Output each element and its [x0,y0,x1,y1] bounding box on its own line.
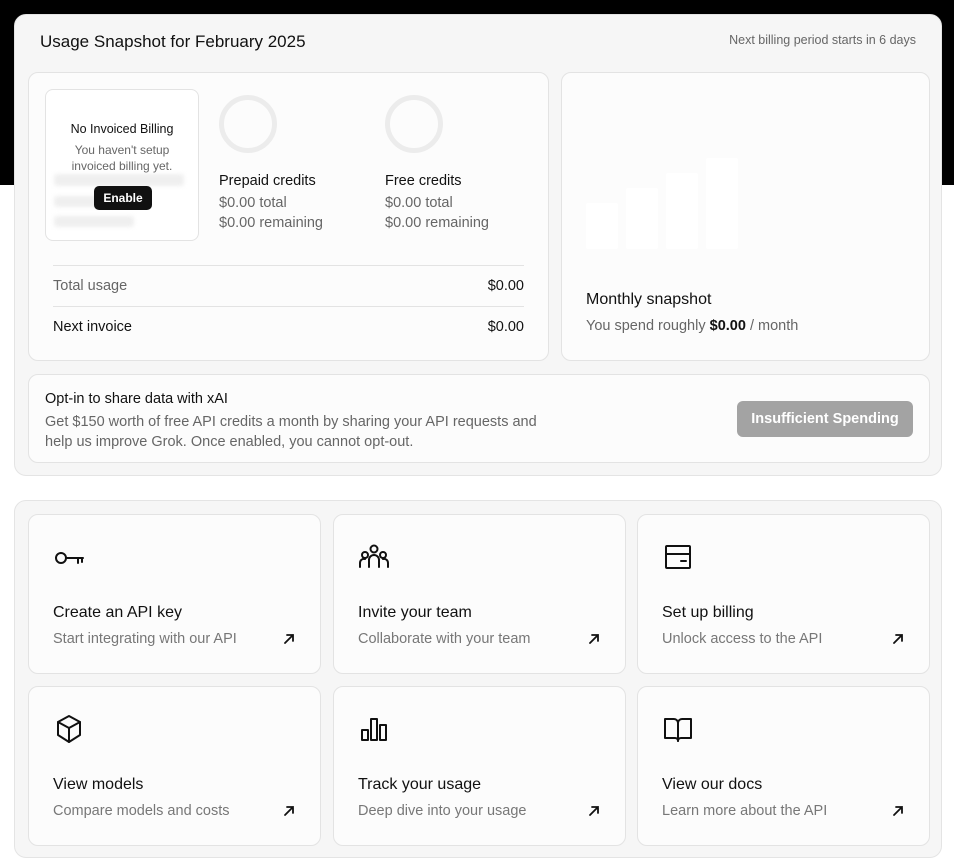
team-icon [359,544,389,568]
snapshot-prefix: You spend roughly [586,318,706,334]
snapshot-amount: $0.00 [709,318,746,334]
prepaid-credits-total: $0.00 total [219,195,287,211]
free-credits-total: $0.00 total [385,195,453,211]
action-title: View our docs [662,776,763,793]
snapshot-placeholder-bar [626,188,658,249]
prepaid-credits-ring [219,95,277,153]
action-subtitle: Learn more about the API [662,803,828,819]
divider [53,265,524,266]
credits-card: No Invoiced Billing You haven't setup in… [28,72,549,361]
total-usage-label: Total usage [53,278,128,294]
free-credits-remaining: $0.00 remaining [385,215,489,231]
action-title: Set up billing [662,604,754,621]
usage-title: Usage Snapshot for February 2025 [40,32,306,51]
view-models-card[interactable]: View models Compare models and costs [28,686,321,846]
arrow-up-right-icon [589,634,599,644]
arrow-up-right-icon [893,806,903,816]
arrow-up-right-icon [589,806,599,816]
blurred-placeholder [54,216,134,227]
monthly-snapshot-summary: You spend roughly $0.00 / month [586,318,798,334]
invoiced-billing-card: No Invoiced Billing You haven't setup in… [45,89,199,241]
snapshot-placeholder-bar [666,173,698,249]
free-credits-label: Free credits [385,173,462,189]
total-usage-value: $0.00 [487,278,524,294]
invoiced-billing-text: You haven't setup invoiced billing yet. [71,143,173,173]
setup-billing-card[interactable]: Set up billing Unlock access to the API [637,514,930,674]
snapshot-placeholder-bar [706,158,738,249]
book-icon [664,718,692,742]
next-invoice-value: $0.00 [487,319,524,335]
quick-actions-panel: Create an API key Start integrating with… [14,500,942,858]
blurred-placeholder [54,174,184,186]
cube-icon [57,715,81,743]
free-credits-ring [385,95,443,153]
action-title: Invite your team [358,604,472,621]
billing-period-note: Next billing period starts in 6 days [729,33,916,47]
next-invoice-label: Next invoice [53,319,132,335]
action-subtitle: Collaborate with your team [358,631,531,647]
action-title: Create an API key [53,604,182,621]
create-api-key-card[interactable]: Create an API key Start integrating with… [28,514,321,674]
usage-snapshot-panel: Usage Snapshot for February 2025 Next bi… [14,14,942,476]
data-sharing-optin-card: Opt-in to share data with xAI Get $150 w… [28,374,930,463]
billing-icon [665,545,691,569]
prepaid-credits-remaining: $0.00 remaining [219,215,323,231]
track-usage-card[interactable]: Track your usage Deep dive into your usa… [333,686,626,846]
optin-title: Opt-in to share data with xAI [45,391,228,407]
bar-chart-icon [361,718,387,741]
arrow-up-right-icon [893,634,903,644]
action-title: Track your usage [358,776,482,793]
invite-team-card[interactable]: Invite your team Collaborate with your t… [333,514,626,674]
arrow-up-right-icon [284,634,294,644]
insufficient-spending-button[interactable]: Insufficient Spending [737,401,913,437]
prepaid-credits-label: Prepaid credits [219,173,316,189]
divider [53,306,524,307]
monthly-snapshot-title: Monthly snapshot [586,291,712,308]
action-title: View models [53,776,144,793]
invoiced-billing-title: No Invoiced Billing [70,122,174,136]
view-docs-card[interactable]: View our docs Learn more about the API [637,686,930,846]
arrow-up-right-icon [284,806,294,816]
key-icon [55,552,84,564]
snapshot-placeholder-bar [586,203,618,249]
snapshot-suffix: / month [749,318,799,334]
enable-invoiced-billing-button[interactable]: Enable [94,186,152,210]
action-subtitle: Start integrating with our API [53,631,237,647]
optin-description: Get $150 worth of free API credits a mon… [45,414,537,450]
action-subtitle: Deep dive into your usage [358,803,527,819]
monthly-snapshot-card: Monthly snapshot You spend roughly $0.00… [561,72,930,361]
action-subtitle: Unlock access to the API [662,631,823,647]
action-subtitle: Compare models and costs [53,803,230,819]
